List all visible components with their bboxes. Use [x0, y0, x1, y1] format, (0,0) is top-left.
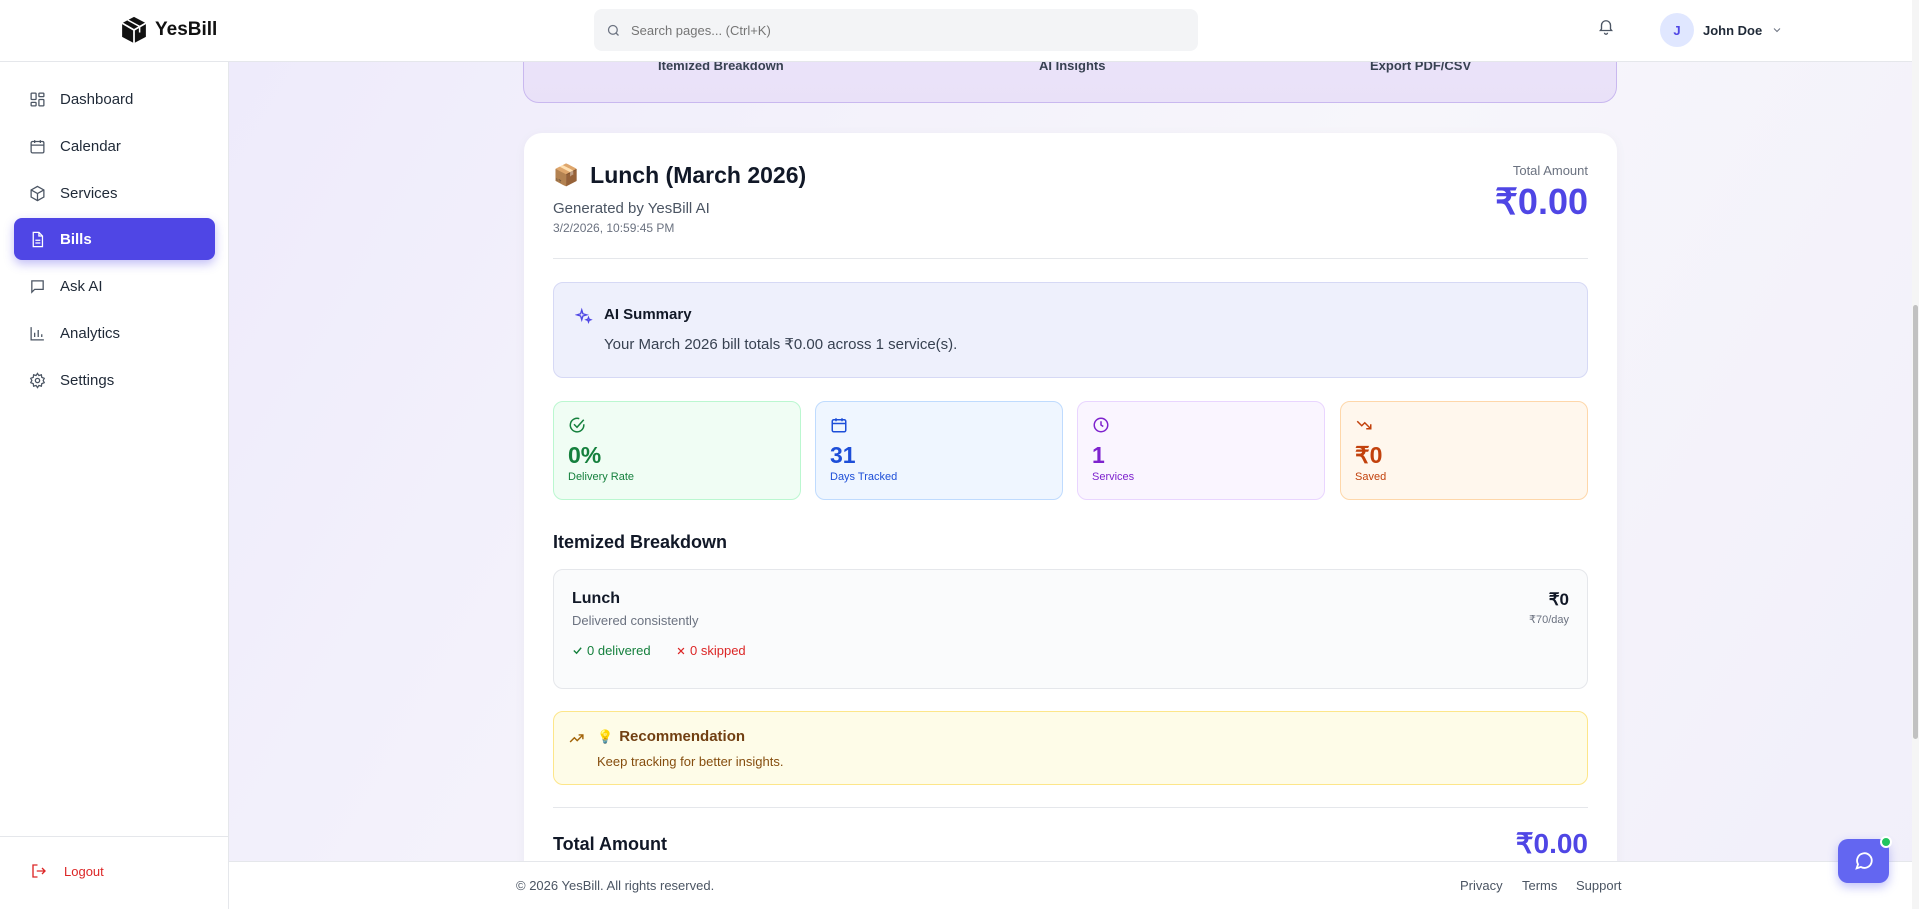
bottom-total-label: Total Amount — [553, 834, 667, 854]
logout-button[interactable]: Logout — [30, 862, 104, 880]
cube-logo-icon — [121, 16, 147, 44]
trending-down-icon — [1356, 420, 1372, 430]
sidebar-item-ask-ai[interactable]: Ask AI — [14, 265, 215, 307]
box-icon — [30, 185, 45, 201]
bill-title: Lunch (March 2026) — [590, 162, 807, 188]
stat-label: Saved — [1355, 471, 1387, 483]
ai-summary-box: AI Summary Your March 2026 bill totals ₹… — [553, 282, 1588, 378]
stat-services: 1 Services — [1077, 401, 1325, 500]
stat-label: Services — [1092, 471, 1135, 483]
stat-value: 1 — [1092, 442, 1105, 468]
page-footer: © 2026 YesBill. All rights reserved. Pri… — [229, 861, 1912, 909]
breakdown-title: Itemized Breakdown — [553, 532, 728, 552]
bottom-total-value: ₹0.00 — [1515, 828, 1588, 859]
sidebar-item-label: Settings — [60, 371, 115, 389]
sidebar-item-bills[interactable]: Bills — [14, 218, 215, 260]
item-subtitle: Delivered consistently — [572, 613, 699, 628]
file-icon — [32, 231, 44, 247]
item-name: Lunch — [572, 590, 620, 607]
logout-label: Logout — [64, 863, 104, 879]
sidebar-item-label: Analytics — [60, 324, 121, 342]
sparkles-icon — [575, 307, 593, 324]
sidebar-item-dashboard[interactable]: Dashboard — [14, 78, 215, 120]
chat-button[interactable] — [1838, 836, 1892, 883]
sidebar: Dashboard Calendar Services Bills Ask AI… — [0, 62, 229, 909]
chevron-down-icon — [1773, 28, 1781, 33]
check-icon — [573, 647, 582, 655]
x-icon — [677, 647, 685, 654]
check-circle-icon — [569, 417, 585, 433]
logout-icon — [32, 864, 46, 878]
skipped-count: 0 skipped — [676, 643, 746, 658]
sidebar-item-label: Dashboard — [60, 90, 134, 108]
app-name: YesBill — [155, 19, 218, 40]
scrollbar-thumb[interactable] — [1913, 305, 1918, 739]
footer-link-terms[interactable]: Terms — [1522, 878, 1557, 893]
breakdown-item: Lunch Delivered consistently 0 delivered… — [553, 569, 1588, 689]
user-menu[interactable]: J John Doe — [1660, 13, 1783, 47]
stat-saved: ₹0 Saved — [1340, 401, 1588, 500]
sidebar-item-label: Services — [60, 184, 118, 202]
delivered-count: 0 delivered — [572, 643, 651, 658]
bell-icon — [1599, 20, 1613, 35]
sidebar-item-settings[interactable]: Settings — [14, 359, 215, 401]
bar-chart-icon — [30, 326, 44, 341]
sidebar-item-label: Bills — [60, 230, 92, 248]
lightbulb-icon: 💡 — [597, 728, 614, 744]
recommendation-text: Keep tracking for better insights. — [597, 754, 784, 769]
message-circle-icon — [1854, 852, 1873, 870]
ai-summary-title: AI Summary — [604, 306, 692, 323]
bill-header: 📦 Lunch (March 2026) — [553, 162, 806, 189]
total-amount-value: ₹0.00 — [1495, 181, 1588, 222]
sidebar-item-label: Calendar — [60, 137, 121, 155]
sidebar-item-services[interactable]: Services — [14, 172, 215, 214]
stat-delivery-rate: 0% Delivery Rate — [553, 401, 801, 500]
clock-icon — [1093, 417, 1109, 433]
item-rate: ₹70/day — [1528, 614, 1569, 626]
app-logo[interactable]: YesBill — [119, 15, 217, 45]
copyright: © 2026 YesBill. All rights reserved. — [516, 878, 715, 893]
online-indicator — [1880, 836, 1892, 848]
gear-icon — [29, 371, 46, 389]
footer-link-privacy[interactable]: Privacy — [1460, 878, 1503, 893]
search-bar[interactable] — [594, 9, 1198, 51]
avatar: J — [1660, 13, 1694, 47]
notification-button[interactable] — [1597, 17, 1615, 40]
generated-by: Generated by YesBill AI — [553, 200, 710, 217]
stat-value: 0% — [568, 442, 602, 468]
item-amount: ₹0 — [1548, 590, 1569, 609]
header-divider — [553, 258, 1588, 259]
package-icon: 📦 — [553, 163, 580, 187]
footer-divider — [553, 807, 1588, 808]
search-icon — [607, 24, 619, 36]
bill-timestamp: 3/2/2026, 10:59:45 PM — [553, 221, 675, 235]
chat-icon — [31, 279, 44, 294]
calendar-icon — [831, 418, 847, 433]
calendar-icon — [30, 139, 45, 154]
stat-label: Delivery Rate — [568, 471, 635, 483]
recommendation-title: Recommendation — [619, 728, 746, 745]
dashboard-icon — [30, 91, 45, 107]
delivered-label: 0 delivered — [587, 643, 651, 658]
total-amount-label: Total Amount — [1512, 163, 1588, 178]
stat-value: 31 — [830, 442, 856, 468]
sidebar-item-analytics[interactable]: Analytics — [14, 312, 215, 354]
recommendation-box: 💡 Recommendation Keep tracking for bette… — [553, 711, 1588, 785]
stat-value: ₹0 — [1355, 442, 1383, 468]
sidebar-divider — [0, 836, 229, 837]
footer-link-support[interactable]: Support — [1576, 878, 1622, 893]
sidebar-item-calendar[interactable]: Calendar — [14, 125, 215, 167]
sidebar-item-label: Ask AI — [60, 277, 103, 295]
bill-card: 📦 Lunch (March 2026) Generated by YesBil… — [524, 133, 1617, 893]
skipped-label: 0 skipped — [690, 643, 746, 658]
stat-label: Days Tracked — [830, 471, 898, 483]
search-input[interactable] — [631, 22, 1151, 38]
ai-summary-text: Your March 2026 bill totals ₹0.00 across… — [604, 336, 958, 353]
stat-days-tracked: 31 Days Tracked — [815, 401, 1063, 500]
top-bar: YesBill J John Doe — [0, 0, 1912, 62]
user-name: John Doe — [1703, 22, 1763, 38]
trending-up-icon — [569, 734, 584, 743]
recommendation-header: 💡 Recommendation — [597, 728, 745, 745]
